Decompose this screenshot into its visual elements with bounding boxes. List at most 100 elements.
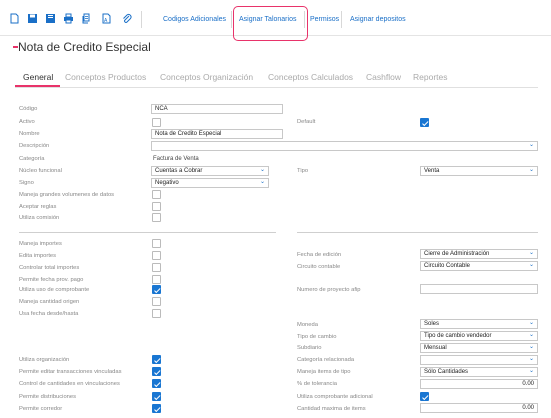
- chevron-down-icon: ⌄: [259, 179, 265, 185]
- chevron-down-icon: ⌄: [259, 167, 265, 173]
- cantidad-maxima-field[interactable]: 0.00: [420, 403, 538, 413]
- maneja-grandes-label: Maneja grandes volumenes de datos: [19, 192, 115, 198]
- copy-document-icon[interactable]: [81, 13, 92, 24]
- print-icon[interactable]: [63, 13, 74, 24]
- maneja-cantidad-checkbox[interactable]: [152, 297, 161, 306]
- maneja-importes-checkbox[interactable]: [152, 239, 161, 248]
- moneda-value: Soles: [424, 321, 440, 327]
- permite-editar-label: Permite editar transacciones vinculadas: [19, 369, 122, 375]
- default-label: Default: [297, 119, 316, 125]
- control-cantidades-label: Control de cantidades en vinculaciones: [19, 381, 120, 387]
- permite-distribuciones-checkbox[interactable]: [152, 392, 161, 401]
- controlar-total-label: Controlar total importes: [19, 265, 80, 271]
- descripcion-label: Descripción: [19, 143, 50, 149]
- permite-editar-checkbox[interactable]: [152, 367, 161, 376]
- tipo-cambio-select[interactable]: Tipo de cambio vendedor ⌄: [420, 331, 538, 341]
- numero-proyecto-label: Numero de proyecto afip: [297, 287, 361, 293]
- chevron-down-icon: ⌄: [528, 320, 534, 326]
- utiliza-comp-adicional-checkbox[interactable]: [420, 392, 429, 401]
- tipo-label: Tipo: [297, 168, 309, 174]
- cantidad-maxima-label: Cantidad maxima de items: [297, 406, 366, 412]
- permite-distribuciones-label: Permite distribuciones: [19, 394, 77, 400]
- maneja-items-select[interactable]: Sólo Cantidades ⌄: [420, 367, 538, 377]
- descripcion-field[interactable]: ⌄: [151, 141, 538, 151]
- control-cantidades-checkbox[interactable]: [152, 379, 161, 388]
- tipo-select[interactable]: Venta ⌄: [420, 166, 538, 176]
- tab-conceptos-calculados[interactable]: Conceptos Calculados: [268, 72, 353, 82]
- chevron-down-icon: ⌄: [528, 356, 534, 362]
- tipo-cambio-value: Tipo de cambio vendedor: [424, 333, 492, 339]
- nombre-field[interactable]: Nota de Credito Especial: [151, 129, 283, 139]
- usa-fecha-checkbox[interactable]: [152, 309, 161, 318]
- nucleo-value: Cuentas a Cobrar: [155, 168, 203, 174]
- codigos-adicionales-link[interactable]: Codigos Adicionales: [163, 16, 226, 23]
- toolbar-separator: [341, 11, 342, 28]
- circuito-value: Circuito Contable: [424, 263, 471, 269]
- maneja-items-value: Sólo Cantidades: [424, 369, 469, 375]
- tab-conceptos-productos[interactable]: Conceptos Productos: [65, 72, 146, 82]
- fecha-edicion-select[interactable]: Cierre de Administración ⌄: [420, 249, 538, 259]
- codigo-field[interactable]: NCA: [151, 104, 283, 114]
- chevron-down-icon: ⌄: [528, 262, 534, 268]
- activo-checkbox[interactable]: [152, 118, 161, 127]
- controlar-total-checkbox[interactable]: [152, 263, 161, 272]
- asignar-depositos-link[interactable]: Asignar depositos: [350, 16, 406, 23]
- usa-fecha-label: Usa fecha desde/hasta: [19, 311, 79, 317]
- toolbar-separator: [141, 11, 142, 28]
- section-divider: [19, 232, 276, 233]
- maneja-items-label: Maneja items de tipo: [297, 369, 351, 375]
- utiliza-uso-checkbox[interactable]: [152, 285, 161, 294]
- utiliza-comision-checkbox[interactable]: [152, 213, 161, 222]
- categoria-rel-label: Categoría relacionada: [297, 357, 355, 363]
- aceptar-reglas-label: Aceptar reglas: [19, 204, 57, 210]
- default-checkbox[interactable]: [420, 118, 429, 127]
- signo-value: Negativo: [155, 180, 179, 186]
- pct-tolerancia-label: % de tolerancia: [297, 381, 337, 387]
- permite-corredor-checkbox[interactable]: [152, 404, 161, 413]
- tab-reportes[interactable]: Reportes: [413, 72, 448, 82]
- chevron-down-icon: ⌄: [528, 344, 534, 350]
- maneja-cantidad-label: Maneja cantidad origen: [19, 299, 80, 305]
- categoria-rel-select[interactable]: ⌄: [420, 355, 538, 365]
- aceptar-reglas-checkbox[interactable]: [152, 202, 161, 211]
- permite-fecha-checkbox[interactable]: [152, 275, 161, 284]
- new-document-icon[interactable]: [9, 13, 20, 24]
- numero-proyecto-field[interactable]: [420, 284, 538, 294]
- permite-fecha-label: Permite fecha prov. pago: [19, 277, 84, 283]
- utiliza-org-checkbox[interactable]: [152, 355, 161, 364]
- moneda-select[interactable]: Soles ⌄: [420, 319, 538, 329]
- subdiario-label: Subdiario: [297, 345, 322, 351]
- chevron-down-icon: ⌄: [528, 142, 534, 148]
- edita-importes-label: Edita importes: [19, 253, 57, 259]
- save-icon[interactable]: [27, 13, 38, 24]
- nombre-label: Nombre: [19, 131, 40, 137]
- export-pdf-icon[interactable]: A: [101, 13, 112, 24]
- subdiario-select[interactable]: Mensual ⌄: [420, 343, 538, 353]
- codigo-label: Código: [19, 106, 38, 112]
- tab-conceptos-organizacion[interactable]: Conceptos Organización: [160, 72, 253, 82]
- maneja-grandes-checkbox[interactable]: [152, 190, 161, 199]
- signo-label: Signo: [19, 180, 34, 186]
- nucleo-select[interactable]: Cuentas a Cobrar ⌄: [151, 166, 269, 176]
- tab-cashflow[interactable]: Cashflow: [366, 72, 401, 82]
- pct-tolerancia-field[interactable]: 0.00: [420, 379, 538, 389]
- circuito-select[interactable]: Circuito Contable ⌄: [420, 261, 538, 271]
- circuito-label: Circuito contable: [297, 264, 341, 270]
- tab-general[interactable]: General: [23, 72, 53, 82]
- tabs-divider: [15, 87, 538, 88]
- permisos-link[interactable]: Permisos: [310, 16, 339, 23]
- save-close-icon[interactable]: [45, 13, 56, 24]
- tab-bar: General Conceptos Productos Conceptos Or…: [0, 62, 551, 88]
- fecha-edicion-value: Cierre de Administración: [424, 251, 490, 257]
- signo-select[interactable]: Negativo ⌄: [151, 178, 269, 188]
- utiliza-uso-label: Utiliza uso de comprobante: [19, 287, 90, 293]
- section-divider: [297, 232, 538, 233]
- permite-corredor-label: Permite corredor: [19, 406, 63, 412]
- moneda-label: Moneda: [297, 322, 318, 328]
- chevron-down-icon: ⌄: [528, 368, 534, 374]
- utiliza-comision-label: Utiliza comisión: [19, 215, 60, 221]
- attach-icon[interactable]: [121, 13, 132, 24]
- edita-importes-checkbox[interactable]: [152, 251, 161, 260]
- fecha-edicion-label: Fecha de edición: [297, 252, 342, 258]
- subdiario-value: Mensual: [424, 345, 447, 351]
